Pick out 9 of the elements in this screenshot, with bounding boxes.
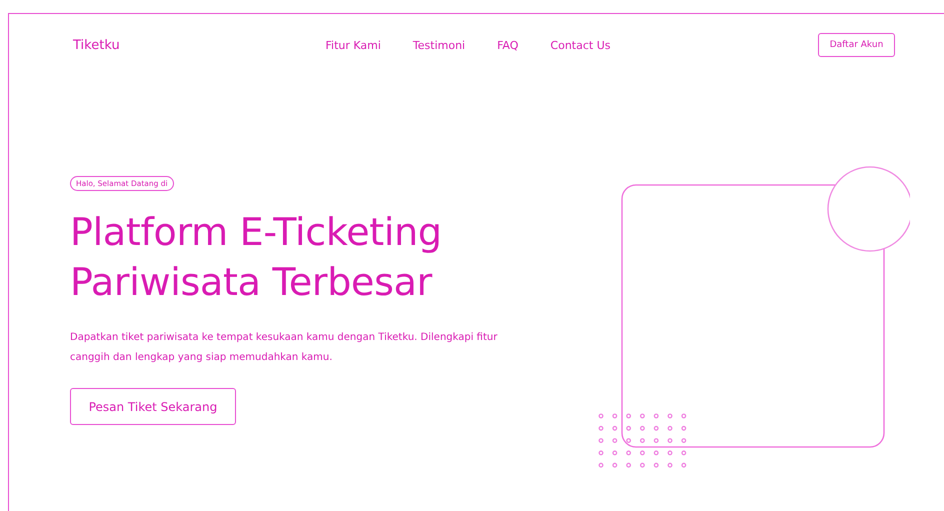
brand-logo[interactable]: Tiketku [73, 38, 323, 52]
hero-title: Platform E-Ticketing Pariwisata Terbesar [70, 209, 442, 306]
order-ticket-button[interactable]: Pesan Tiket Sekarang [70, 388, 236, 425]
nav-link[interactable]: Contact Us [550, 38, 610, 52]
nav-link[interactable]: FAQ [497, 38, 518, 52]
nav-link[interactable]: Fitur Kami [325, 38, 381, 52]
nav-link[interactable]: Testimoni [412, 38, 466, 52]
hero-description: Dapatkan tiket pariwisata ke tempat kesukaan kamu dengan Tiketku. Dilengkapi fitur canggih dan lengkap yang siap memudahkan kamu. [70, 331, 498, 365]
signup-button[interactable]: Daftar Akun [818, 33, 895, 57]
